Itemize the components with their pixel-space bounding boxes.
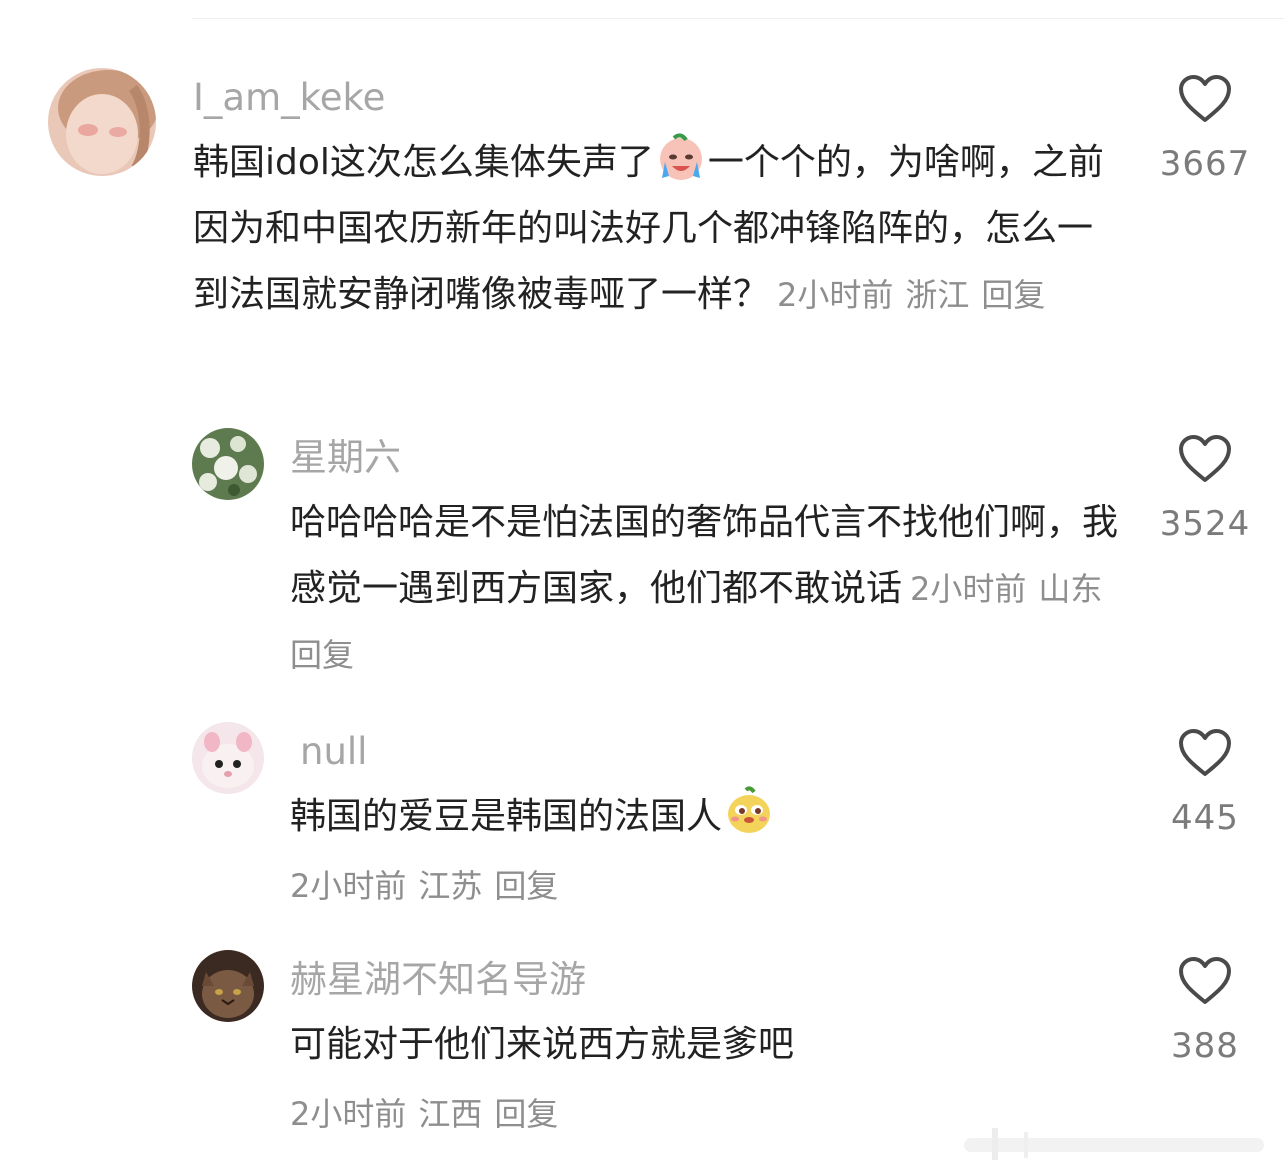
comment-time: 2小时前 [777, 276, 894, 314]
comment-location: 江西 [418, 1095, 483, 1133]
comment-meta: 2小时前 浙江 回复 [777, 276, 1057, 314]
like-count: 3667 [1159, 144, 1251, 184]
crying-face-emoji-icon [656, 132, 706, 182]
heart-outline-icon[interactable] [1178, 728, 1232, 778]
like-count: 3524 [1159, 504, 1251, 544]
comment-location: 山东 [1038, 570, 1103, 608]
avatar[interactable] [192, 722, 264, 794]
comment-time: 2小时前 [290, 867, 407, 905]
like-count: 445 [1171, 798, 1239, 838]
comment-text: 韩国idol这次怎么集体失声了 一个个的，为啥啊，之前因为和中国农历新年的叫法好几… [193, 130, 1123, 328]
like-count: 388 [1171, 1026, 1239, 1066]
reply-button[interactable]: 回复 [981, 276, 1045, 314]
like-column: 388 [1150, 956, 1260, 1066]
heart-outline-icon[interactable] [1178, 74, 1232, 124]
comment-text-part: 可能对于他们来说西方就是爹吧 [290, 1024, 795, 1065]
comment-time: 2小时前 [910, 570, 1027, 608]
reply-button[interactable]: 回复 [494, 1095, 558, 1133]
top-divider [192, 18, 1284, 19]
comment-time: 2小时前 [290, 1095, 407, 1133]
avatar[interactable] [192, 950, 264, 1022]
comment-text: 哈哈哈哈是不是怕法国的奢饰品代言不找他们啊，我感觉一遇到西方国家，他们都不敢说话… [290, 490, 1130, 688]
comment-meta: 2小时前 江苏 回复 [290, 864, 570, 908]
heart-outline-icon[interactable] [1178, 956, 1232, 1006]
avatar[interactable] [48, 68, 156, 176]
comment-text-part: 韩国idol这次怎么集体失声了 [193, 142, 654, 183]
comment-text: 可能对于他们来说西方就是爹吧 [290, 1012, 1130, 1078]
comment-location: 江苏 [418, 867, 483, 905]
heart-outline-icon[interactable] [1178, 434, 1232, 484]
like-column: 3524 [1150, 434, 1260, 544]
avatar[interactable] [192, 428, 264, 500]
like-column: 3667 [1150, 74, 1260, 184]
smirking-mascot-emoji-icon [724, 786, 774, 836]
comment-text: 韩国的爱豆是韩国的法国人 [290, 784, 1130, 850]
watermark-logo [964, 1128, 1264, 1160]
comment-location: 浙江 [905, 276, 970, 314]
username[interactable]: 星期六 [290, 434, 401, 482]
username[interactable]: 赫星湖不知名导游 [290, 956, 586, 1004]
username[interactable]: null [300, 728, 367, 776]
username[interactable]: I_am_keke [193, 74, 385, 122]
comment-text-part: 韩国的爱豆是韩国的法国人 [290, 796, 723, 837]
comment-meta: 2小时前 江西 回复 [290, 1092, 570, 1136]
reply-button[interactable]: 回复 [290, 636, 354, 674]
like-column: 445 [1150, 728, 1260, 838]
reply-button[interactable]: 回复 [494, 867, 558, 905]
